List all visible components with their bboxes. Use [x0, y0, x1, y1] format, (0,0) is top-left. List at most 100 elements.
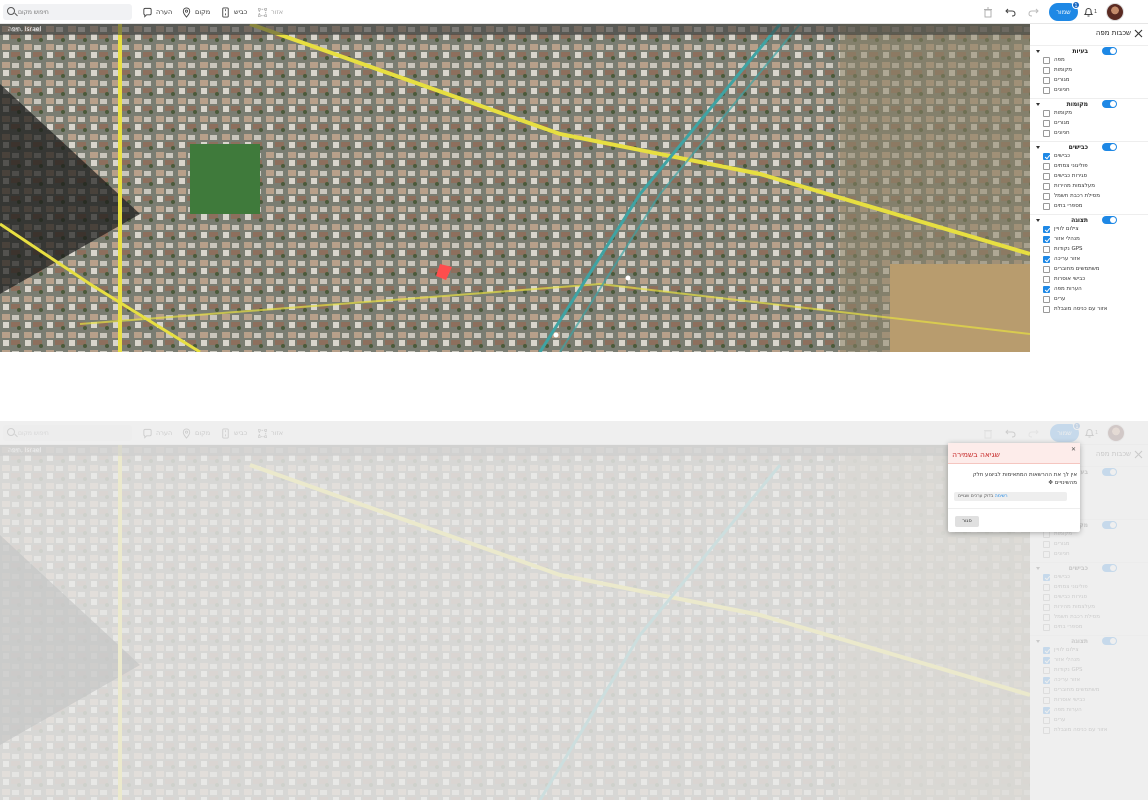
dialog-message-text: אין לך את ההרשאות המתאימות לביצוע חלק מה… [972, 472, 1077, 486]
layer-item-label: מגורים [1054, 120, 1070, 126]
comment-tool-label: הערה [156, 8, 173, 16]
layer-item[interactable]: נקודות GPS [1030, 245, 1148, 255]
layer-checkbox[interactable] [1043, 57, 1050, 64]
layer-item[interactable]: כבישים [1030, 152, 1148, 162]
layer-checkbox[interactable] [1043, 276, 1050, 283]
layer-checkbox[interactable] [1043, 163, 1050, 170]
dialog-close-icon[interactable]: ✕ [1071, 446, 1076, 453]
avatar[interactable] [1106, 3, 1124, 21]
layer-checkbox[interactable] [1043, 306, 1050, 313]
layer-checkbox[interactable] [1043, 236, 1050, 243]
area-tool-button[interactable]: אזור [257, 5, 283, 19]
layer-checkbox[interactable] [1043, 77, 1050, 84]
layer-checkbox[interactable] [1043, 120, 1050, 127]
layer-section-toggle[interactable] [1102, 216, 1117, 224]
caret-down-icon [1036, 219, 1040, 222]
editor-frame-top: הערה מקום כביש אזור שמור 1 1 [0, 0, 1148, 352]
bell-icon[interactable] [1083, 6, 1094, 18]
redo-icon[interactable] [1028, 7, 1039, 17]
toolbar: הערה מקום כביש אזור שמור 1 1 [0, 0, 1148, 24]
layer-checkbox[interactable] [1043, 246, 1050, 253]
dialog-divider [948, 508, 1080, 509]
search-box[interactable] [3, 4, 132, 20]
layer-item[interactable]: ערים [1030, 295, 1148, 305]
layer-item-label: מגורים [1054, 77, 1070, 83]
layer-item[interactable]: אזור עם כניסה מוגבלת [1030, 305, 1148, 315]
layer-item[interactable]: חניונים [1030, 86, 1148, 96]
layer-checkbox[interactable] [1043, 110, 1050, 117]
layer-checkbox[interactable] [1043, 67, 1050, 74]
layer-section-title: כבישים [1068, 144, 1088, 151]
layer-item[interactable]: מקומות [1030, 66, 1148, 76]
layer-item[interactable]: חניונים [1030, 129, 1148, 139]
layer-item-label: משתמשים מחוברים [1054, 266, 1100, 272]
layer-section-toggle[interactable] [1102, 143, 1117, 151]
layer-checkbox[interactable] [1043, 256, 1050, 263]
layer-item-label: מקומות [1054, 67, 1072, 73]
layer-item-label: צילום לוויין [1054, 226, 1079, 232]
layer-section-toggle[interactable] [1102, 47, 1117, 55]
close-icon[interactable] [1134, 29, 1143, 38]
layer-item[interactable]: הערות מפה [1030, 285, 1148, 295]
place-tool-label: מקום [195, 8, 211, 16]
layer-section-roads[interactable]: כבישים [1030, 141, 1148, 152]
comment-icon [143, 7, 152, 18]
layer-item-label: הערות מפה [1054, 286, 1082, 292]
layer-item[interactable]: מנהלי אזור [1030, 235, 1148, 245]
layer-checkbox[interactable] [1043, 193, 1050, 200]
layer-item[interactable]: פוליגוני צמתים [1030, 162, 1148, 172]
error-detail-field[interactable]: רשימה בדוק ערכים שגויים [954, 492, 1067, 501]
layer-item-label: ערים [1054, 296, 1066, 302]
area-tool-label: אזור [271, 8, 284, 16]
layer-checkbox[interactable] [1043, 87, 1050, 94]
dialog-header: ✕ שגיאה בשמירה [948, 443, 1080, 464]
layer-checkbox[interactable] [1043, 130, 1050, 137]
map-pin-icon [182, 7, 191, 18]
layer-item[interactable]: סגירות כבישים [1030, 172, 1148, 182]
layer-checkbox[interactable] [1043, 173, 1050, 180]
layer-item[interactable]: משתמשים מחוברים [1030, 265, 1148, 275]
undo-icon[interactable] [1005, 7, 1016, 17]
layer-item[interactable]: מגורים [1030, 76, 1148, 86]
layer-checkbox[interactable] [1043, 203, 1050, 210]
layer-section-display[interactable]: תצוגה [1030, 214, 1148, 225]
error-detail-prefix: רשימה [994, 494, 1008, 499]
layer-checkbox[interactable] [1043, 183, 1050, 190]
save-error-dialog: ✕ שגיאה בשמירה אין לך את ההרשאות המתאימו… [948, 443, 1080, 532]
layer-item[interactable]: מעלצמות מהירות [1030, 182, 1148, 192]
road-tool-button[interactable]: כביש [220, 5, 247, 19]
layer-section-toggle[interactable] [1102, 100, 1117, 108]
layer-section-title: מקומות [1066, 101, 1088, 108]
layer-checkbox[interactable] [1043, 286, 1050, 293]
layers-panel: שכבות מפה בעיות מפה מקומות מגורים חניוני… [1030, 24, 1148, 352]
layer-item[interactable]: מסילת רכבת חשמל [1030, 192, 1148, 202]
dialog-close-button[interactable]: סגור [955, 516, 979, 527]
trash-icon[interactable] [983, 7, 993, 18]
layer-item[interactable]: צילום לוויין [1030, 225, 1148, 235]
layer-item[interactable]: מפה [1030, 56, 1148, 66]
layer-item-label: כבישים [1054, 153, 1071, 159]
layer-checkbox[interactable] [1043, 296, 1050, 303]
layer-section-places[interactable]: מקומות [1030, 98, 1148, 109]
layer-item[interactable]: מקומות [1030, 109, 1148, 119]
layer-item[interactable]: מספרי בתים [1030, 202, 1148, 212]
layer-checkbox[interactable] [1043, 226, 1050, 233]
layer-item[interactable]: אזור עריכה [1030, 255, 1148, 265]
layer-section-issues[interactable]: בעיות [1030, 45, 1148, 56]
search-input[interactable] [18, 6, 128, 18]
place-tool-button[interactable]: מקום [181, 5, 210, 19]
layer-checkbox[interactable] [1043, 266, 1050, 273]
layer-item[interactable]: מגורים [1030, 119, 1148, 129]
layer-section-title: בעיות [1072, 48, 1088, 55]
map-canvas[interactable]: חיפה, Israel [0, 24, 1030, 352]
search-icon [7, 7, 15, 15]
layer-item[interactable]: כבישי אוסרות [1030, 275, 1148, 285]
layer-checkbox[interactable] [1043, 153, 1050, 160]
layer-item-label: מנהלי אזור [1054, 236, 1080, 242]
layer-item-label: מקומות [1054, 110, 1072, 116]
layer-item-label: אזור עריכה [1054, 256, 1081, 262]
caret-down-icon [1036, 103, 1040, 106]
layer-item-label: מעלצמות מהירות [1054, 183, 1095, 189]
dialog-message: אין לך את ההרשאות המתאימות לביצוע חלק מה… [954, 471, 1077, 487]
comment-tool-button[interactable]: הערה [142, 5, 172, 19]
